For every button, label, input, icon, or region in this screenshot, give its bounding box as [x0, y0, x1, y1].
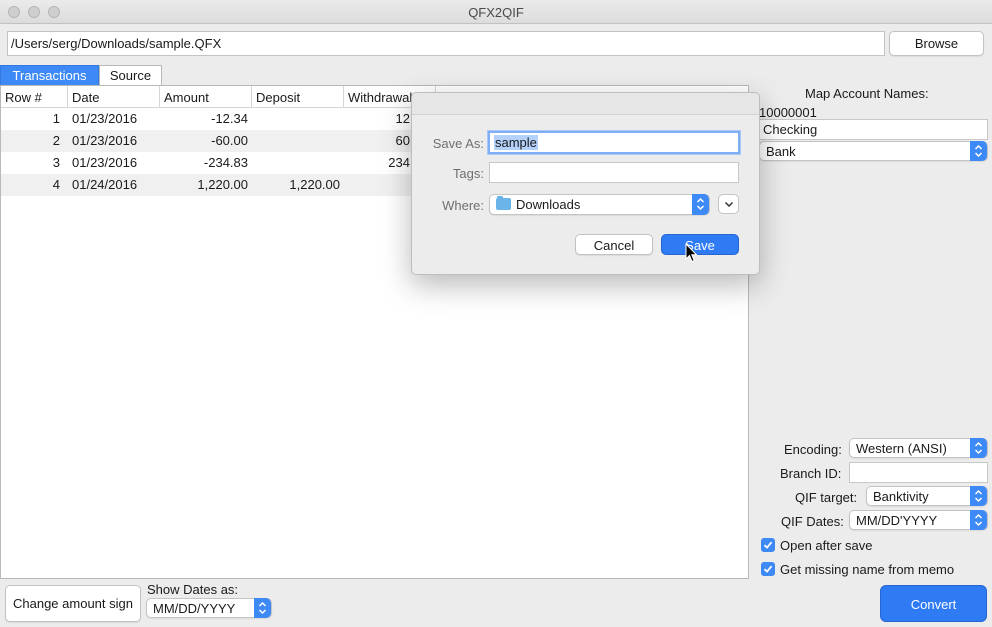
popup-stepper-icon — [970, 438, 987, 458]
popup-stepper-icon — [970, 141, 987, 161]
open-after-save-label: Open after save — [780, 538, 873, 553]
cell-amount: -60.00 — [211, 133, 248, 148]
save-button[interactable]: Save — [661, 234, 739, 255]
qif-target-value: Banktivity — [873, 489, 929, 504]
where-value: Downloads — [516, 197, 581, 212]
cell-row-number: 1 — [52, 111, 60, 126]
cell-deposit — [252, 108, 344, 130]
missing-name-label: Get missing name from memo — [780, 562, 955, 577]
qif-target-select[interactable]: Banktivity — [866, 486, 988, 506]
tags-label: Tags: — [452, 166, 484, 181]
cell-withdrawal: 12 — [395, 111, 410, 126]
cancel-button[interactable]: Cancel — [575, 234, 653, 255]
browse-button[interactable]: Browse — [889, 31, 984, 56]
qif-dates-label: QIF Dates: — [781, 514, 844, 529]
file-path-input[interactable]: /Users/serg/Downloads/sample.QFX — [7, 31, 885, 56]
checkmark-icon — [763, 541, 773, 549]
cell-row-number: 4 — [52, 177, 60, 192]
column-header-date[interactable]: Date — [68, 86, 160, 108]
column-header-deposit[interactable]: Deposit — [252, 86, 344, 108]
save-as-input[interactable]: sample — [488, 131, 740, 154]
where-label: Where: — [442, 198, 484, 213]
cell-amount: 1,220.00 — [197, 177, 248, 192]
encoding-select[interactable]: Western (ANSI) — [849, 438, 988, 458]
window-title: QFX2QIF — [468, 5, 524, 20]
cell-withdrawal: 60 — [395, 133, 410, 148]
qif-dates-value: MM/DD'YYYY — [856, 513, 938, 528]
cell-date: 01/23/2016 — [72, 111, 138, 126]
show-dates-select[interactable]: MM/DD/YYYY — [146, 598, 272, 618]
chevron-down-icon — [724, 201, 734, 208]
cell-withdrawal — [344, 174, 414, 196]
cell-deposit: 1,220.00 — [289, 177, 340, 192]
show-dates-label: Show Dates as: — [147, 582, 239, 597]
checkmark-icon — [763, 565, 773, 573]
map-account-names-title: Map Account Names: — [805, 86, 929, 101]
encoding-value: Western (ANSI) — [856, 441, 947, 456]
folder-icon — [496, 196, 511, 210]
tab-transactions[interactable]: Transactions — [0, 65, 99, 85]
column-header-row[interactable]: Row # — [1, 86, 68, 108]
account-name-input[interactable]: Checking — [759, 119, 988, 140]
cell-amount: -234.83 — [203, 155, 248, 170]
cell-deposit — [252, 152, 344, 174]
popup-stepper-icon — [970, 486, 987, 506]
tab-source[interactable]: Source — [99, 65, 162, 85]
popup-stepper-icon — [692, 194, 709, 215]
where-select[interactable]: Downloads — [489, 194, 710, 215]
branch-id-label: Branch ID: — [780, 466, 842, 481]
account-type-select[interactable]: Bank — [759, 141, 988, 161]
tags-input[interactable] — [489, 162, 739, 183]
save-as-value: sample — [494, 135, 538, 150]
cell-deposit — [252, 130, 344, 152]
expand-dialog-button[interactable] — [718, 194, 739, 214]
dialog-top-bar — [412, 93, 759, 115]
open-after-save-checkbox[interactable] — [761, 538, 775, 552]
popup-stepper-icon — [254, 598, 271, 618]
popup-stepper-icon — [970, 510, 987, 530]
cell-withdrawal: 234 — [388, 155, 410, 170]
branch-id-input[interactable] — [849, 462, 988, 483]
qif-target-label: QIF target: — [795, 490, 858, 505]
cell-date: 01/24/2016 — [72, 177, 138, 192]
cell-row-number: 2 — [52, 133, 60, 148]
title-bar: QFX2QIF — [0, 0, 992, 24]
account-id-label: 10000001 — [759, 105, 817, 120]
account-type-value: Bank — [766, 144, 796, 159]
cell-amount: -12.34 — [211, 111, 248, 126]
save-as-label: Save As: — [432, 136, 484, 151]
change-amount-sign-button[interactable]: Change amount sign — [5, 585, 141, 622]
encoding-label: Encoding: — [784, 442, 842, 457]
mouse-cursor-icon — [685, 243, 698, 263]
cell-row-number: 3 — [52, 155, 60, 170]
qif-dates-select[interactable]: MM/DD'YYYY — [849, 510, 988, 530]
missing-name-checkbox[interactable] — [761, 562, 775, 576]
cell-date: 01/23/2016 — [72, 133, 138, 148]
column-header-amount[interactable]: Amount — [160, 86, 252, 108]
cell-date: 01/23/2016 — [72, 155, 138, 170]
show-dates-value: MM/DD/YYYY — [153, 601, 236, 616]
convert-button[interactable]: Convert — [880, 585, 987, 622]
